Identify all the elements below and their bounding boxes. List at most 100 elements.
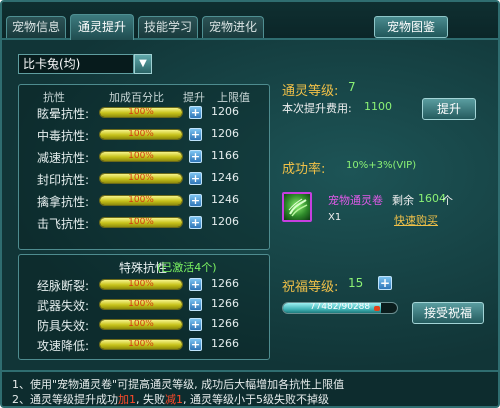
special-label: 攻速降低: — [36, 339, 89, 353]
plus-icon[interactable]: + — [378, 276, 392, 290]
resist-percent: 100% — [128, 173, 154, 183]
special-bar: 100% — [99, 339, 183, 350]
resist-label: 封印抗性: — [36, 173, 89, 187]
upgrade-button[interactable]: 提升 — [422, 98, 476, 120]
note-line-1: 1、使用"宠物通灵卷"可提高通灵等级, 成功后大幅增加各抗性上限值 — [12, 378, 345, 391]
tab-skill-learning[interactable]: 技能学习 — [138, 16, 198, 38]
remain-label: 剩余 — [392, 194, 414, 207]
resist-label: 中毒抗性: — [36, 129, 89, 143]
resist-row: 击飞抗性: 100% + 1206 — [19, 213, 269, 233]
special-percent: 100% — [128, 279, 154, 289]
resist-percent: 100% — [128, 107, 154, 117]
quick-buy-link[interactable]: 快速购买 — [394, 212, 438, 228]
bless-progress-bar: 77482/90288 — [282, 302, 398, 314]
tab-pet-info[interactable]: 宠物信息 — [6, 16, 66, 38]
tab-pet-evolution[interactable]: 宠物进化 — [202, 16, 264, 38]
resist-max: 1206 — [211, 105, 239, 118]
special-percent: 100% — [128, 299, 154, 309]
resist-bar: 100% — [99, 173, 183, 184]
notes-panel: 1、使用"宠物通灵卷"可提高通灵等级, 成功后大幅增加各抗性上限值 2、通灵等级… — [2, 370, 498, 406]
bless-level-label: 祝福等级: — [282, 280, 339, 295]
special-percent: 100% — [128, 319, 154, 329]
special-row: 防具失效: 100% + 1266 — [19, 315, 269, 335]
resist-bar: 100% — [99, 195, 183, 206]
plus-icon[interactable]: + — [189, 278, 202, 291]
bless-marker — [374, 306, 380, 311]
plus-icon[interactable]: + — [189, 106, 202, 119]
resist-row: 眩晕抗性: 100% + 1206 — [19, 103, 269, 123]
spirit-level-value: 7 — [348, 80, 356, 94]
item-quantity: X1 — [328, 212, 342, 223]
success-rate-label: 成功率: — [282, 162, 326, 177]
plus-icon[interactable]: + — [189, 128, 202, 141]
plus-icon[interactable]: + — [189, 194, 202, 207]
resist-percent: 100% — [128, 129, 154, 139]
pet-window: 宠物信息 通灵提升 技能学习 宠物进化 宠物图鉴 比卡兔(均) ▼ 抗性 加成百… — [0, 0, 500, 408]
special-active-count: (已激活4个) — [157, 261, 217, 274]
chevron-down-icon[interactable]: ▼ — [134, 54, 152, 74]
plus-icon[interactable]: + — [189, 216, 202, 229]
resist-row: 中毒抗性: 100% + 1206 — [19, 125, 269, 145]
main-content: 比卡兔(均) ▼ 抗性 加成百分比 提升 上限值 眩晕抗性: 100% + 12… — [2, 40, 498, 370]
note-2-part-a: 2、通灵等级提升成功 — [12, 393, 118, 406]
resist-percent: 100% — [128, 151, 154, 161]
tab-spirit-upgrade[interactable]: 通灵提升 — [70, 14, 134, 40]
resist-percent: 100% — [128, 217, 154, 227]
plus-icon[interactable]: + — [189, 172, 202, 185]
resist-max: 1166 — [211, 149, 239, 162]
pet-select[interactable]: 比卡兔(均) — [18, 54, 134, 74]
special-label: 经脉断裂: — [36, 279, 89, 293]
note-2-minus: 减1 — [165, 393, 183, 406]
note-2-part-c: , 失败 — [136, 393, 165, 406]
special-resist-panel: 特殊抗性 (已激活4个) 经脉断裂: 100% + 1266 武器失效: 100… — [18, 254, 270, 360]
note-line-2: 2、通灵等级提升成功加1, 失败减1, 通灵等级小于5级失败不掉级 — [12, 391, 329, 406]
item-name: 宠物通灵卷 — [328, 194, 383, 207]
special-bar: 100% — [99, 319, 183, 330]
plus-icon[interactable]: + — [189, 318, 202, 331]
resist-bar: 100% — [99, 129, 183, 140]
resist-row: 减速抗性: 100% + 1166 — [19, 147, 269, 167]
success-rate-value: 10%+3%(VIP) — [346, 160, 417, 171]
resist-panel: 抗性 加成百分比 提升 上限值 眩晕抗性: 100% + 1206 中毒抗性: … — [18, 84, 270, 250]
special-percent: 100% — [128, 339, 154, 349]
resist-max: 1206 — [211, 215, 239, 228]
resist-label: 擒拿抗性: — [36, 195, 89, 209]
special-row: 攻速降低: 100% + 1266 — [19, 335, 269, 355]
resist-row: 擒拿抗性: 100% + 1246 — [19, 191, 269, 211]
plus-icon[interactable]: + — [189, 338, 202, 351]
special-label: 武器失效: — [36, 299, 89, 313]
note-2-plus: 加1 — [118, 393, 136, 406]
special-row: 武器失效: 100% + 1266 — [19, 295, 269, 315]
upgrade-cost-value: 1100 — [364, 100, 392, 113]
resist-label: 减速抗性: — [36, 151, 89, 165]
resist-bar: 100% — [99, 217, 183, 228]
resist-bar: 100% — [99, 107, 183, 118]
special-row: 经脉断裂: 100% + 1266 — [19, 275, 269, 295]
resist-label: 眩晕抗性: — [36, 107, 89, 121]
special-max: 1266 — [211, 317, 239, 330]
special-label: 防具失效: — [36, 319, 89, 333]
special-bar: 100% — [99, 299, 183, 310]
resist-max: 1246 — [211, 171, 239, 184]
special-max: 1266 — [211, 277, 239, 290]
note-2-part-e: , 通灵等级小于5级失败不掉级 — [183, 393, 329, 406]
special-bar: 100% — [99, 279, 183, 290]
resist-max: 1206 — [211, 127, 239, 140]
spirit-level-label: 通灵等级: — [282, 84, 339, 99]
plus-icon[interactable]: + — [189, 150, 202, 163]
special-max: 1266 — [211, 297, 239, 310]
resist-bar: 100% — [99, 151, 183, 162]
scroll-icon[interactable] — [282, 192, 312, 222]
resist-max: 1246 — [211, 193, 239, 206]
upgrade-cost-label: 本次提升费用: — [282, 102, 352, 115]
pet-encyclopedia-button[interactable]: 宠物图鉴 — [374, 16, 448, 38]
resist-percent: 100% — [128, 195, 154, 205]
plus-icon[interactable]: + — [189, 298, 202, 311]
accept-blessing-button[interactable]: 接受祝福 — [412, 302, 484, 324]
tab-bar: 宠物信息 通灵提升 技能学习 宠物进化 宠物图鉴 — [2, 2, 498, 40]
special-max: 1266 — [211, 337, 239, 350]
resist-label: 击飞抗性: — [36, 217, 89, 231]
bless-level-value: 15 — [348, 276, 364, 290]
resist-row: 封印抗性: 100% + 1246 — [19, 169, 269, 189]
remain-unit: 个 — [442, 194, 453, 207]
